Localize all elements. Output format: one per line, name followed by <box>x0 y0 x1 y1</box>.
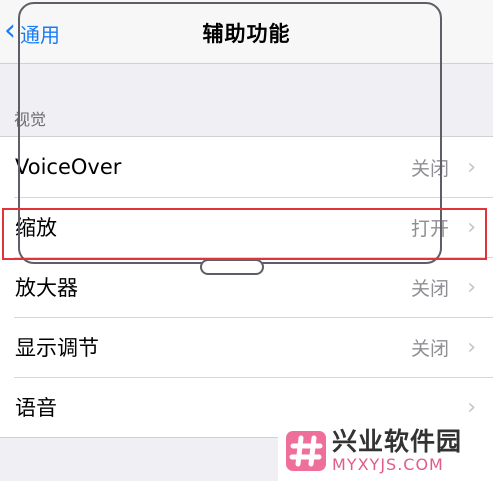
row-label: VoiceOver <box>15 155 122 179</box>
row-label: 语音 <box>15 396 57 420</box>
settings-list: VoiceOver 关闭 › 缩放 打开 › 放大器 关闭 › 显示调节 关闭 … <box>0 136 493 438</box>
row-label: 显示调节 <box>15 336 99 360</box>
row-value: 关闭 <box>410 157 449 180</box>
page-title: 辅助功能 <box>202 22 291 46</box>
watermark: 兴业软件园 MYXYJS.COM <box>278 420 493 481</box>
row-value: 打开 <box>410 217 449 240</box>
row-value: 关闭 <box>410 277 449 300</box>
chevron-right-icon: › <box>467 334 476 360</box>
chevron-right-icon: › <box>467 214 476 240</box>
chevron-right-icon: › <box>467 274 476 300</box>
chevron-right-icon: › <box>467 394 476 420</box>
section-header: 视觉 <box>14 110 47 129</box>
row-display-accommodations[interactable]: 显示调节 关闭 › <box>0 317 493 377</box>
row-voiceover[interactable]: VoiceOver 关闭 › <box>0 137 493 197</box>
watermark-brand-en: MYXYJS.COM <box>332 454 444 474</box>
chevron-right-icon: › <box>467 154 476 180</box>
row-value: 关闭 <box>410 337 449 360</box>
navigation-bar: ‹ 通用 辅助功能 <box>0 0 493 64</box>
row-zoom[interactable]: 缩放 打开 › <box>0 197 493 257</box>
zoom-window-handle[interactable] <box>200 259 264 275</box>
watermark-brand-cn: 兴业软件园 <box>332 426 463 456</box>
row-label: 放大器 <box>15 276 78 300</box>
hash-logo-icon <box>286 430 326 471</box>
row-label: 缩放 <box>15 216 57 240</box>
